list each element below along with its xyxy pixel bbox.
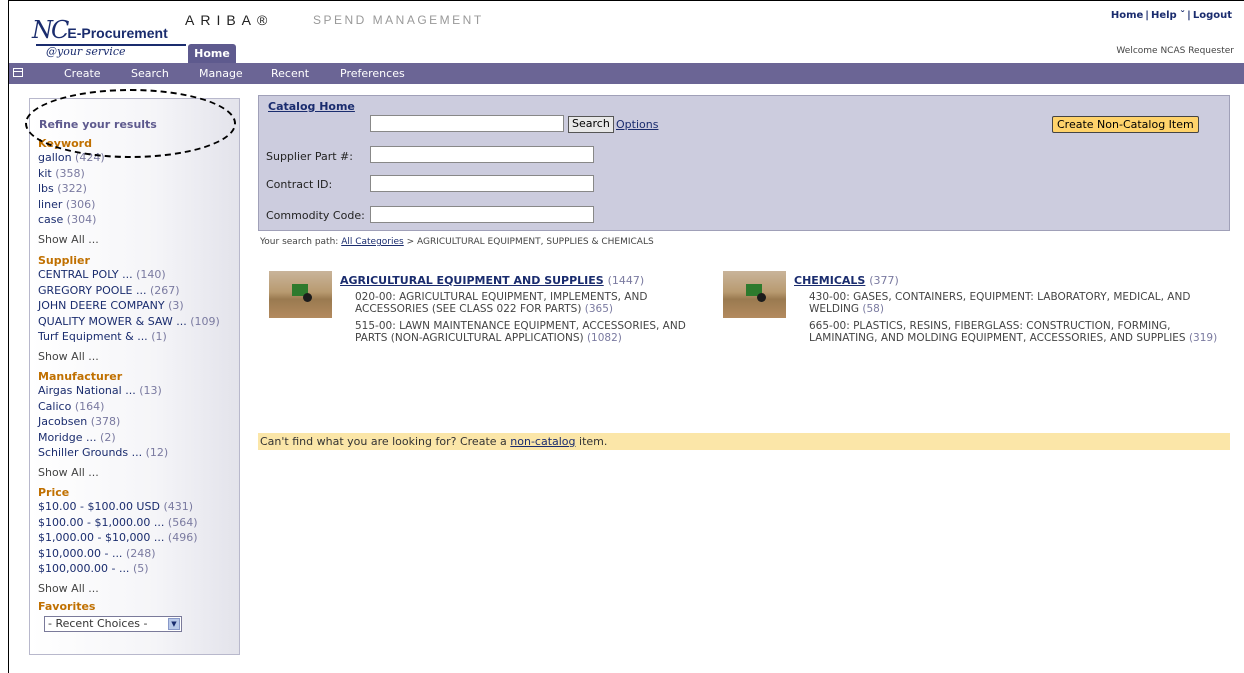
options-link[interactable]: Options	[616, 118, 658, 131]
command-bar-icon[interactable]	[13, 68, 23, 77]
cant-find-suffix: item.	[579, 435, 608, 448]
supplier-part-field[interactable]	[370, 146, 594, 163]
non-catalog-link[interactable]: non-catalog	[510, 435, 575, 448]
category-title-chemicals[interactable]: CHEMICALS (377)	[794, 274, 899, 287]
search-path-current: > AGRICULTURAL EQUIPMENT, SUPPLIES & CHE…	[406, 237, 654, 247]
supplier-item[interactable]: JOHN DEERE COMPANY (3)	[38, 298, 220, 314]
main-nav-bar: Create Search Manage Recent Preferences	[9, 63, 1244, 84]
refine-results-sidebar: Refine your results Keyword gallon (424)…	[25, 89, 240, 655]
help-link[interactable]: Help ˇ	[1151, 10, 1185, 21]
tab-home[interactable]: Home	[188, 44, 236, 63]
logout-link[interactable]: Logout	[1193, 10, 1232, 21]
price-item[interactable]: $100.00 - $1,000.00 ... (564)	[38, 515, 198, 531]
price-item[interactable]: $10.00 - $100.00 USD (431)	[38, 499, 198, 515]
create-non-catalog-item-button[interactable]: Create Non-Catalog Item	[1052, 116, 1199, 133]
agricultural-category-image[interactable]	[269, 271, 332, 318]
manufacturer-heading: Manufacturer	[38, 370, 123, 383]
subcategory-430[interactable]: 430-00: GASES, CONTAINERS, EQUIPMENT: LA…	[809, 291, 1224, 315]
subcategory-020[interactable]: 020-00: AGRICULTURAL EQUIPMENT, IMPLEMEN…	[355, 291, 700, 315]
price-facet: Price $10.00 - $100.00 USD (431) $100.00…	[38, 487, 198, 595]
price-item[interactable]: $100,000.00 - ... (5)	[38, 561, 198, 577]
keyword-item[interactable]: liner (306)	[38, 197, 105, 213]
manufacturer-item[interactable]: Moridge ... (2)	[38, 430, 168, 446]
contract-id-field[interactable]	[370, 175, 594, 192]
catalog-home-link[interactable]: Catalog Home	[268, 100, 355, 113]
keyword-show-all-link[interactable]: Show All ...	[38, 233, 105, 246]
frame-border-left	[8, 0, 9, 673]
logo-tagline: @your service	[46, 45, 126, 58]
manufacturer-item[interactable]: Jacobsen (378)	[38, 414, 168, 430]
search-path-breadcrumb: Your search path: All Categories > AGRIC…	[260, 237, 654, 247]
category-title-agricultural[interactable]: AGRICULTURAL EQUIPMENT AND SUPPLIES (144…	[340, 274, 644, 287]
recent-choices-select[interactable]: - Recent Choices - ▼	[44, 616, 182, 632]
supplier-show-all-link[interactable]: Show All ...	[38, 350, 220, 363]
keyword-item[interactable]: case (304)	[38, 212, 105, 228]
subcategory-515[interactable]: 515-00: LAWN MAINTENANCE EQUIPMENT, ACCE…	[355, 320, 700, 344]
search-path-prefix: Your search path:	[260, 237, 339, 247]
supplier-item[interactable]: QUALITY MOWER & SAW ... (109)	[38, 314, 220, 330]
nc-eprocurement-logo[interactable]: NCE-Procurement @your service	[32, 16, 186, 58]
manufacturer-item[interactable]: Calico (164)	[38, 399, 168, 415]
all-categories-link[interactable]: All Categories	[341, 237, 404, 247]
supplier-item[interactable]: GREGORY POOLE ... (267)	[38, 283, 220, 299]
manufacturer-item[interactable]: Airgas National ... (13)	[38, 383, 168, 399]
top-links: Home | Help ˇ | Logout	[1110, 10, 1232, 21]
tractor-wheel	[303, 293, 312, 302]
commodity-code-field[interactable]	[370, 206, 594, 223]
price-show-all-link[interactable]: Show All ...	[38, 582, 198, 595]
highlight-ellipse-annotation	[25, 89, 236, 158]
price-item[interactable]: $10,000.00 - ... (248)	[38, 546, 198, 562]
home-link[interactable]: Home	[1111, 10, 1143, 21]
nav-create[interactable]: Create	[64, 67, 101, 80]
keyword-item[interactable]: lbs (322)	[38, 181, 105, 197]
spend-management-title: SPEND MANAGEMENT	[313, 13, 484, 27]
commodity-code-label: Commodity Code:	[266, 209, 365, 222]
nav-manage[interactable]: Manage	[199, 67, 243, 80]
tractor-wheel	[757, 293, 766, 302]
keyword-item[interactable]: kit (358)	[38, 166, 105, 182]
subcategory-665[interactable]: 665-00: PLASTICS, RESINS, FIBERGLASS: CO…	[809, 320, 1224, 344]
manufacturer-item[interactable]: Schiller Grounds ... (12)	[38, 445, 168, 461]
chemicals-category-image[interactable]	[723, 271, 786, 318]
supplier-facet: Supplier CENTRAL POLY ... (140) GREGORY …	[38, 255, 220, 363]
cant-find-banner: Can't find what you are looking for? Cre…	[258, 433, 1230, 450]
nav-search[interactable]: Search	[131, 67, 169, 80]
nav-recent[interactable]: Recent	[271, 67, 309, 80]
logo-eprocurement-text: E-Procurement	[67, 25, 168, 41]
manufacturer-facet: Manufacturer Airgas National ... (13) Ca…	[38, 371, 168, 479]
supplier-item[interactable]: Turf Equipment & ... (1)	[38, 329, 220, 345]
search-button[interactable]: Search	[568, 116, 614, 133]
supplier-item[interactable]: CENTRAL POLY ... (140)	[38, 267, 220, 283]
recent-choices-value: - Recent Choices -	[48, 617, 148, 630]
ariba-logo: ARIBA®	[185, 12, 274, 28]
price-item[interactable]: $1,000.00 - $10,000 ... (496)	[38, 530, 198, 546]
welcome-message: Welcome NCAS Requester	[1116, 46, 1234, 56]
supplier-heading: Supplier	[38, 254, 90, 267]
nav-preferences[interactable]: Preferences	[340, 67, 405, 80]
favorites-heading: Favorites	[38, 600, 96, 613]
cant-find-prefix: Can't find what you are looking for? Cre…	[260, 435, 507, 448]
chevron-down-icon[interactable]: ▼	[168, 618, 180, 630]
manufacturer-show-all-link[interactable]: Show All ...	[38, 466, 168, 479]
supplier-part-label: Supplier Part #:	[266, 150, 353, 163]
contract-id-label: Contract ID:	[266, 178, 333, 191]
price-heading: Price	[38, 486, 70, 499]
search-input[interactable]	[370, 115, 564, 132]
favorites-facet: Favorites - Recent Choices - ▼	[38, 601, 182, 632]
logo-nc-text: NC	[32, 16, 69, 44]
frame-border-top	[8, 0, 1244, 1]
